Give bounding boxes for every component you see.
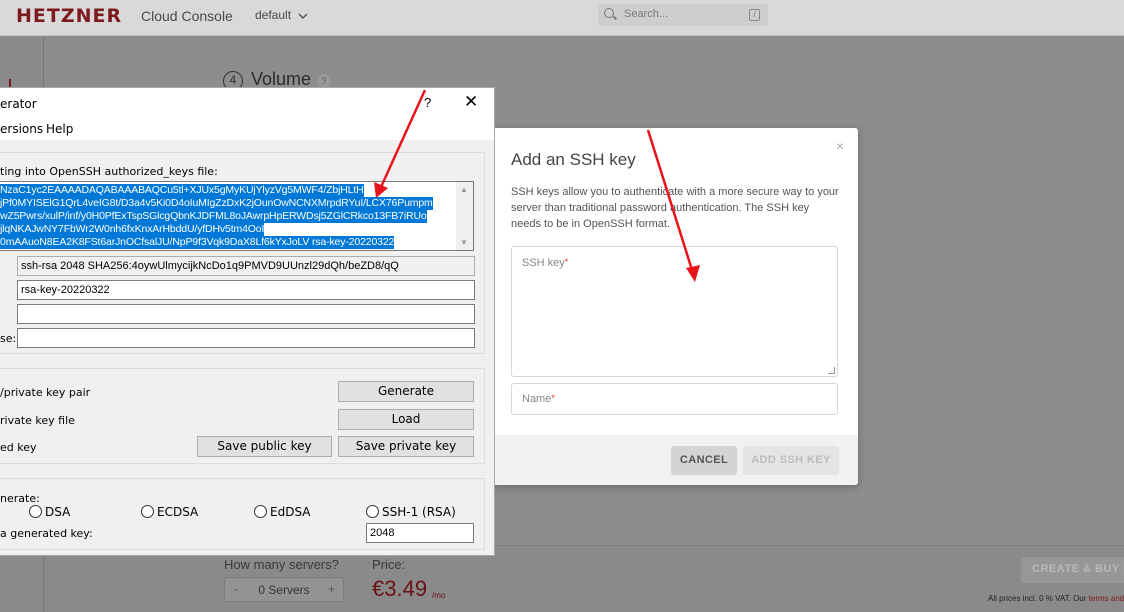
- increment-button[interactable]: +: [328, 582, 335, 596]
- price-value: €3.49: [372, 576, 428, 601]
- add-ssh-key-dialog: × Add an SSH key SSH keys allow you to a…: [490, 128, 858, 485]
- chevron-down-icon: [298, 13, 308, 19]
- confirm-passphrase-label: se:: [0, 332, 17, 345]
- console-title: Cloud Console: [141, 8, 233, 24]
- menu-conversions[interactable]: ersions: [0, 122, 43, 136]
- save-private-key-button[interactable]: Save private key: [338, 436, 474, 457]
- required-mark: *: [551, 393, 555, 403]
- radio-dsa[interactable]: [29, 505, 42, 518]
- servers-count-stepper[interactable]: - 0 Servers +: [224, 577, 344, 602]
- generate-label: /private key pair: [0, 386, 91, 399]
- key-type-label: nerate:: [0, 492, 40, 505]
- key-line: 0mAAuoN8EA2K8FSt6arJnOCfsalJU/NpP9f3Vqk9…: [0, 236, 395, 249]
- search-input[interactable]: Search... /: [598, 4, 768, 26]
- project-selector[interactable]: default: [255, 8, 308, 22]
- puttygen-window: erator ? ✕ ersions Help ting into OpenSS…: [0, 87, 495, 556]
- public-key-textarea[interactable]: NzaC1yc2EAAAADAQABAAABAQCu5tl+XJUx5gMyKU…: [0, 181, 474, 251]
- terms-link[interactable]: terms and: [1089, 594, 1124, 603]
- hetzner-logo[interactable]: HETZNER: [16, 5, 122, 27]
- close-icon[interactable]: ✕: [464, 92, 478, 112]
- passphrase-field[interactable]: [17, 304, 475, 324]
- scroll-down-icon[interactable]: ▼: [460, 238, 468, 247]
- key-comment-field[interactable]: rsa-key-20220322: [17, 280, 475, 300]
- dialog-footer: CANCEL ADD SSH KEY: [490, 435, 858, 485]
- vat-note: All prices incl. 0 % VAT. Our terms and: [988, 594, 1124, 603]
- scrollbar[interactable]: ▲ ▼: [456, 182, 473, 250]
- radio-ssh1-rsa[interactable]: [366, 505, 379, 518]
- menu-bar: ersions Help: [0, 118, 494, 140]
- top-bar: HETZNER Cloud Console default Search... …: [0, 0, 1124, 36]
- radio-eddsa[interactable]: [254, 505, 267, 518]
- save-label: ed key: [0, 441, 37, 454]
- volume-help-icon[interactable]: ?: [317, 74, 331, 88]
- price-label: Price:: [372, 557, 406, 572]
- key-line: NzaC1yc2EAAAADAQABAAABAQCu5tl+XJUx5gMyKU…: [0, 184, 364, 197]
- radio-eddsa-label: EdDSA: [270, 505, 311, 519]
- dialog-title: Add an SSH key: [511, 150, 636, 169]
- key-line: jlqNKAJwNY7FbWr2W0nh6fxKnxArHbddU/yfDHv5…: [0, 223, 265, 236]
- name-input[interactable]: Name*: [511, 383, 838, 415]
- search-placeholder: Search...: [624, 8, 669, 20]
- decrement-button[interactable]: -: [234, 582, 238, 596]
- load-button[interactable]: Load: [338, 409, 474, 430]
- public-key-label: ting into OpenSSH authorized_keys file:: [0, 165, 218, 178]
- window-titlebar[interactable]: erator ? ✕: [0, 88, 494, 118]
- bits-field[interactable]: 2048: [366, 523, 474, 543]
- menu-help[interactable]: Help: [46, 122, 73, 136]
- scroll-up-icon[interactable]: ▲: [460, 185, 468, 194]
- add-ssh-key-button[interactable]: ADD SSH KEY: [743, 446, 839, 475]
- fingerprint-field[interactable]: ssh-rsa 2048 SHA256:4oywUlmycijkNcDo1q9P…: [17, 256, 475, 276]
- help-icon[interactable]: ?: [424, 95, 431, 110]
- servers-count-value: 0 Servers: [258, 583, 310, 597]
- required-mark: *: [564, 257, 569, 267]
- save-public-key-button[interactable]: Save public key: [197, 436, 332, 457]
- close-icon[interactable]: ×: [836, 138, 844, 154]
- radio-dsa-label: DSA: [45, 505, 71, 519]
- resize-handle[interactable]: [828, 367, 835, 374]
- radio-ssh1-rsa-label: SSH-1 (RSA): [382, 505, 456, 519]
- bits-label: a generated key:: [0, 527, 93, 540]
- dialog-description: SSH keys allow you to authenticate with …: [511, 186, 839, 230]
- name-label: Name*: [522, 393, 555, 405]
- ssh-key-label-text: SSH key: [522, 257, 565, 269]
- project-name: default: [255, 8, 292, 22]
- key-line: jPf0MYISElG1QrL4veIG8t/D3a4v5Ki0D4oIuMIg…: [0, 197, 433, 210]
- price-unit: /mo: [432, 591, 446, 600]
- radio-ecdsa-label: ECDSA: [157, 505, 199, 519]
- radio-ecdsa[interactable]: [141, 505, 154, 518]
- load-label: rivate key file: [0, 414, 75, 427]
- name-label-text: Name: [522, 393, 552, 405]
- search-shortcut-key: /: [749, 9, 760, 21]
- key-line: wZ5Pwrs/xulP/inf/y0H0PfExTspSGlcgQbnKJDF…: [0, 210, 427, 223]
- create-and-buy-button[interactable]: CREATE & BUY NOW: [1021, 557, 1124, 583]
- search-icon: [604, 8, 614, 18]
- cancel-button[interactable]: CANCEL: [671, 446, 737, 475]
- confirm-passphrase-field[interactable]: [17, 328, 475, 348]
- window-title: erator: [0, 97, 37, 111]
- generate-button[interactable]: Generate: [338, 381, 474, 402]
- vat-note-text: All prices incl. 0 % VAT. Our: [988, 594, 1087, 603]
- ssh-key-label: SSH key*: [522, 257, 568, 269]
- ssh-key-textarea[interactable]: SSH key*: [511, 246, 838, 377]
- servers-count-label: How many servers?: [224, 557, 339, 572]
